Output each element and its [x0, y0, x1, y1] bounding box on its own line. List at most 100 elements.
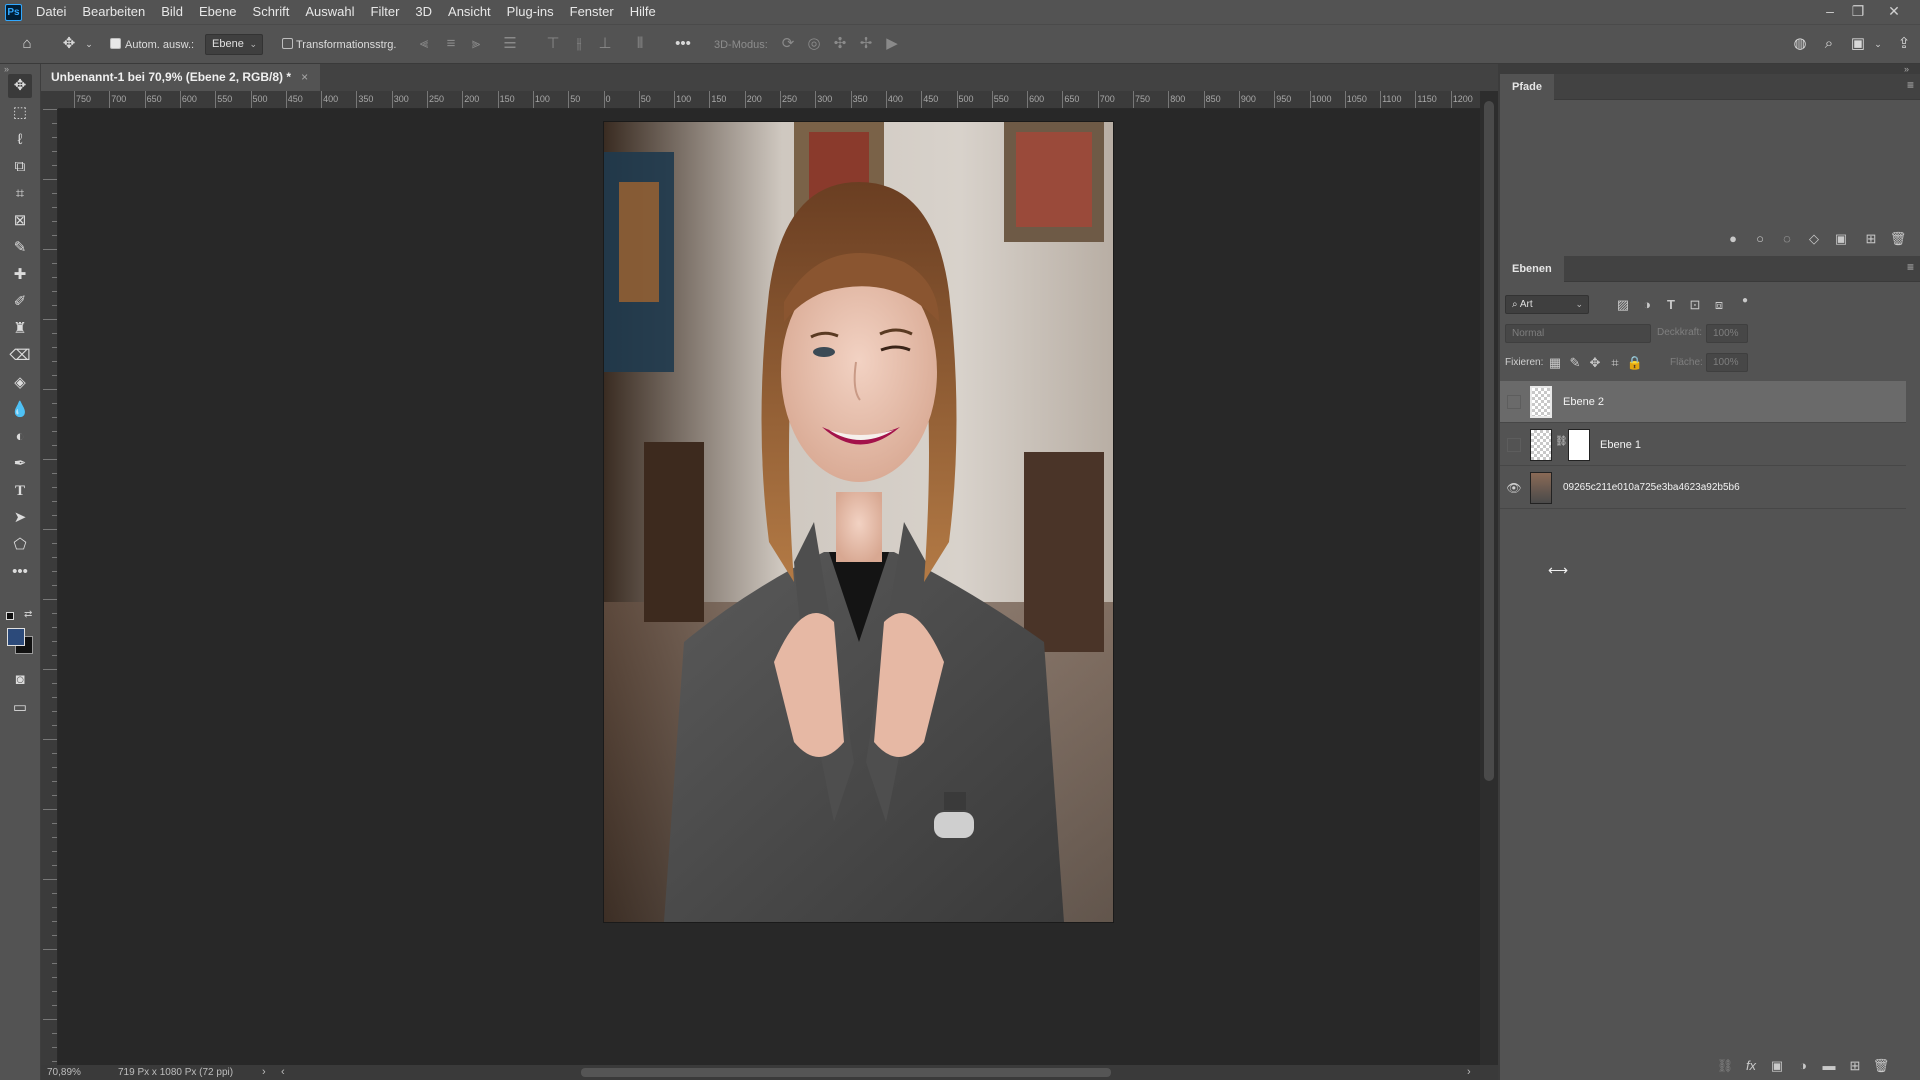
3d-slide-icon[interactable]: ✢ [856, 34, 876, 54]
layer-row-background-photo[interactable]: 👁 09265c211e010a725e3ba4623a92b5b6 [1500, 467, 1906, 509]
eraser-tool-icon[interactable]: ⌫ [8, 344, 32, 368]
blur-tool-icon[interactable]: 💧 [8, 398, 32, 422]
lock-image-icon[interactable]: ✎ [1566, 354, 1584, 372]
eye-icon[interactable]: 👁 [1505, 479, 1523, 497]
lasso-tool-icon[interactable]: ℓ [8, 128, 32, 152]
add-mask-icon[interactable]: ▣ [1832, 230, 1850, 248]
menu-bearbeiten[interactable]: Bearbeiten [74, 0, 153, 24]
align-right-icon[interactable]: ⫸ [466, 34, 486, 54]
menu-filter[interactable]: Filter [363, 0, 408, 24]
close-tab-icon[interactable]: × [301, 70, 308, 84]
menu-plugins[interactable]: Plug-ins [499, 0, 562, 24]
share-icon[interactable]: ⇪ [1894, 34, 1914, 54]
layer-row-ebene-1[interactable]: ⛓ Ebene 1 [1500, 424, 1906, 466]
clone-stamp-tool-icon[interactable]: ♜ [8, 317, 32, 341]
marquee-tool-icon[interactable]: ⬚ [8, 101, 32, 125]
new-adjustment-layer-icon[interactable]: ◑ [1794, 1057, 1812, 1075]
menu-hilfe[interactable]: Hilfe [622, 0, 664, 24]
new-layer-icon[interactable]: ⊞ [1846, 1057, 1864, 1075]
add-layer-mask-icon[interactable]: ▣ [1768, 1057, 1786, 1075]
tool-preset-chevron-icon[interactable]: ⌄ [79, 34, 99, 54]
more-tools-icon[interactable]: ••• [8, 560, 32, 584]
tab-ebenen[interactable]: Ebenen [1500, 256, 1564, 282]
mask-link-icon[interactable]: ⛓ [1555, 436, 1568, 447]
tab-pfade[interactable]: Pfade [1500, 74, 1554, 100]
scroll-right-icon[interactable]: › [1467, 1065, 1471, 1080]
swap-colors-icon[interactable]: ⇄ [24, 609, 32, 620]
layer-mask-thumbnail[interactable] [1568, 429, 1590, 461]
filter-shape-icon[interactable]: ⊡ [1686, 296, 1704, 314]
default-colors-icon[interactable] [6, 612, 14, 620]
align-bottom-icon[interactable]: ⊥ [595, 34, 615, 54]
foreground-color-swatch[interactable] [7, 628, 25, 646]
screen-mode-icon[interactable]: ▭ [8, 696, 32, 720]
object-selection-tool-icon[interactable]: ⧉ [8, 155, 32, 179]
more-options-icon[interactable]: ••• [673, 34, 693, 54]
close-window-icon[interactable]: ✕ [1880, 0, 1908, 24]
layer-name[interactable]: Ebene 2 [1563, 394, 1604, 410]
minimize-icon[interactable]: – [1816, 0, 1844, 24]
quick-mask-icon[interactable]: ◙ [8, 668, 32, 692]
menu-ebene[interactable]: Ebene [191, 0, 245, 24]
delete-path-icon[interactable]: 🗑 [1889, 230, 1907, 248]
new-group-icon[interactable]: ▬ [1820, 1057, 1838, 1075]
blend-mode-select[interactable]: Normal [1505, 324, 1651, 343]
distribute-horizontal-icon[interactable]: ⦀ [630, 34, 650, 54]
visibility-toggle[interactable] [1507, 438, 1521, 452]
lock-all-icon[interactable]: 🔒 [1626, 354, 1644, 372]
align-top-icon[interactable]: ⊤ [543, 34, 563, 54]
link-layers-icon[interactable]: ⛓ [1716, 1057, 1734, 1075]
ruler-corner[interactable] [41, 91, 58, 109]
menu-schrift[interactable]: Schrift [245, 0, 298, 24]
filter-toggle-icon[interactable]: ● [1736, 292, 1754, 310]
vertical-scrollbar[interactable] [1480, 91, 1498, 1065]
filter-type-icon[interactable]: T [1662, 296, 1680, 314]
frame-tool-icon[interactable]: ⊠ [8, 209, 32, 233]
vertical-scrollbar-thumb[interactable] [1484, 101, 1494, 781]
align-left-icon[interactable]: ⫷ [414, 34, 434, 54]
lock-transparent-icon[interactable]: ▦ [1546, 354, 1564, 372]
move-tool-icon[interactable]: ✥ [59, 34, 79, 54]
workspace-icon[interactable]: ▣ [1848, 34, 1868, 54]
align-middle-vertical-icon[interactable]: ⫲ [569, 34, 589, 54]
path-selection-tool-icon[interactable]: ➤ [8, 506, 32, 530]
lock-position-icon[interactable]: ✥ [1586, 354, 1604, 372]
search-icon[interactable]: ⌕ [1819, 34, 1839, 54]
collapse-panels-icon[interactable]: » [1904, 64, 1909, 74]
menu-ansicht[interactable]: Ansicht [440, 0, 499, 24]
fill-path-icon[interactable]: ● [1724, 230, 1742, 248]
dodge-tool-icon[interactable]: ◐ [8, 425, 32, 449]
3d-pan-icon[interactable]: ✣ [830, 34, 850, 54]
menu-fenster[interactable]: Fenster [562, 0, 622, 24]
menu-auswahl[interactable]: Auswahl [297, 0, 362, 24]
fill-input[interactable]: 100% [1706, 353, 1748, 372]
vertical-ruler[interactable] [41, 109, 58, 1065]
auto-select-checkbox[interactable] [110, 38, 121, 49]
document-tab[interactable]: Unbenannt-1 bei 70,9% (Ebene 2, RGB/8) *… [41, 64, 321, 91]
restore-icon[interactable]: ❐ [1844, 0, 1872, 24]
healing-brush-tool-icon[interactable]: ✚ [8, 263, 32, 287]
layer-filter-select[interactable]: ⌕ Art ⌄ [1505, 295, 1589, 314]
horizontal-scrollbar-thumb[interactable] [581, 1068, 1111, 1077]
crop-tool-icon[interactable]: ⌗ [8, 182, 32, 206]
layer-name[interactable]: 09265c211e010a725e3ba4623a92b5b6 [1563, 480, 1740, 496]
align-center-horizontal-icon[interactable]: ≡ [441, 34, 461, 54]
distribute-vertical-icon[interactable]: ☰ [500, 34, 520, 54]
filter-pixel-icon[interactable]: ▨ [1614, 296, 1632, 314]
auto-select-target-select[interactable]: Ebene ⌄ [205, 34, 263, 55]
3d-orbit-icon[interactable]: ⟳ [778, 34, 798, 54]
filter-smart-object-icon[interactable]: ⧈ [1710, 296, 1728, 314]
paint-bucket-tool-icon[interactable]: ◈ [8, 371, 32, 395]
selection-to-path-icon[interactable]: ◇ [1805, 230, 1823, 248]
layer-name[interactable]: Ebene 1 [1600, 437, 1641, 453]
lock-artboard-icon[interactable]: ⌗ [1606, 354, 1624, 372]
menu-3d[interactable]: 3D [407, 0, 440, 24]
status-info-chevron-icon[interactable]: › [262, 1065, 266, 1080]
shape-tool-icon[interactable]: ⬠ [8, 533, 32, 557]
delete-layer-icon[interactable]: 🗑 [1872, 1057, 1890, 1075]
panel-menu-icon[interactable]: ≡ [1907, 78, 1914, 92]
panel-menu-icon[interactable]: ≡ [1907, 260, 1914, 274]
3d-roll-icon[interactable]: ◎ [804, 34, 824, 54]
move-tool-icon[interactable]: ✥ [8, 74, 32, 98]
canvas-photo[interactable] [604, 122, 1113, 922]
